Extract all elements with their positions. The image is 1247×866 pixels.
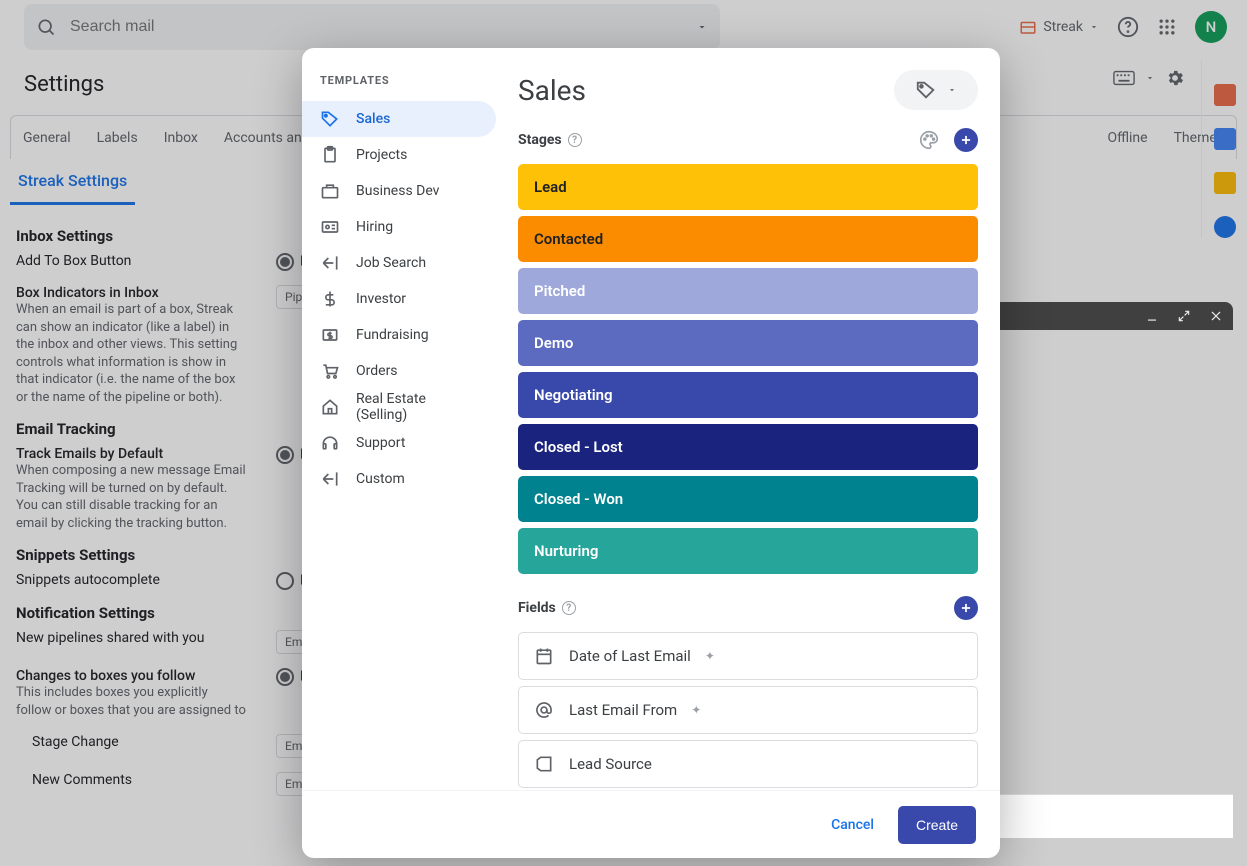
headset-icon (320, 433, 340, 453)
template-item-orders[interactable]: Orders (302, 353, 496, 389)
tag-icon (320, 109, 340, 129)
templates-heading: TEMPLATES (302, 74, 502, 101)
calendar-icon (533, 645, 555, 667)
plus-icon (959, 133, 973, 147)
fields-label: Fields (518, 600, 556, 616)
template-item-investor[interactable]: Investor (302, 281, 496, 317)
template-label: Sales (356, 111, 390, 127)
expand-icon[interactable] (1177, 309, 1191, 323)
sparkle-icon: ✦ (691, 703, 701, 717)
home-icon (320, 397, 340, 417)
field-label: Lead Source (569, 755, 652, 773)
stage-lead[interactable]: Lead (518, 164, 978, 210)
template-label: Business Dev (356, 183, 439, 199)
template-label: Projects (356, 147, 407, 163)
field-last-email-from[interactable]: Last Email From ✦ (518, 686, 978, 734)
template-label: Custom (356, 471, 405, 487)
template-item-support[interactable]: Support (302, 425, 496, 461)
stage-negotiating[interactable]: Negotiating (518, 372, 978, 418)
template-label: Real Estate (Selling) (356, 391, 478, 423)
stage-contacted[interactable]: Contacted (518, 216, 978, 262)
template-detail: Sales Stages ? LeadContactedPi (502, 48, 1000, 790)
stage-closed-lost[interactable]: Closed - Lost (518, 424, 978, 470)
cancel-button[interactable]: Cancel (831, 817, 874, 833)
id-card-icon (320, 217, 340, 237)
template-label: Fundraising (356, 327, 429, 343)
send-arrow-icon (320, 253, 340, 273)
briefcase-icon (320, 181, 340, 201)
template-item-hiring[interactable]: Hiring (302, 209, 496, 245)
field-label: Last Email From (569, 701, 677, 719)
cart-icon (320, 361, 340, 381)
sparkle-icon: ✦ (705, 649, 715, 663)
templates-sidebar: TEMPLATES Sales Projects Business Dev Hirin… (302, 48, 502, 790)
field-lead-source[interactable]: Lead Source (518, 740, 978, 788)
template-title: Sales (518, 74, 586, 107)
plus-icon (959, 601, 973, 615)
create-button[interactable]: Create (898, 806, 976, 844)
stages-label: Stages (518, 132, 562, 148)
add-stage-button[interactable] (954, 128, 978, 152)
help-icon[interactable]: ? (562, 601, 576, 615)
template-item-real-estate-selling-[interactable]: Real Estate (Selling) (302, 389, 496, 425)
tag-chip[interactable] (894, 70, 978, 110)
template-item-job-search[interactable]: Job Search (302, 245, 496, 281)
chevron-down-icon (947, 85, 957, 95)
template-item-sales[interactable]: Sales (302, 101, 496, 137)
close-icon[interactable] (1209, 309, 1223, 323)
dollar-icon (320, 289, 340, 309)
palette-icon[interactable] (918, 129, 940, 151)
help-icon[interactable]: ? (568, 133, 582, 147)
dollar-box-icon (320, 325, 340, 345)
stage-nurturing[interactable]: Nurturing (518, 528, 978, 574)
minimize-icon[interactable] (1145, 309, 1159, 323)
tag-icon (915, 79, 937, 101)
template-label: Support (356, 435, 405, 451)
stage-demo[interactable]: Demo (518, 320, 978, 366)
template-label: Hiring (356, 219, 393, 235)
template-label: Orders (356, 363, 398, 379)
stage-pitched[interactable]: Pitched (518, 268, 978, 314)
send-arrow-icon (320, 469, 340, 489)
field-date-of-last-email[interactable]: Date of Last Email ✦ (518, 632, 978, 680)
template-item-projects[interactable]: Projects (302, 137, 496, 173)
template-item-business-dev[interactable]: Business Dev (302, 173, 496, 209)
template-label: Investor (356, 291, 406, 307)
at-icon (533, 699, 555, 721)
tag-outline-icon (533, 753, 555, 775)
field-label: Date of Last Email (569, 647, 691, 665)
template-label: Job Search (356, 255, 426, 271)
pipeline-template-modal: TEMPLATES Sales Projects Business Dev Hirin… (302, 48, 1000, 858)
stage-closed-won[interactable]: Closed - Won (518, 476, 978, 522)
clipboard-icon (320, 145, 340, 165)
template-item-fundraising[interactable]: Fundraising (302, 317, 496, 353)
template-item-custom[interactable]: Custom (302, 461, 496, 497)
add-field-button[interactable] (954, 596, 978, 620)
